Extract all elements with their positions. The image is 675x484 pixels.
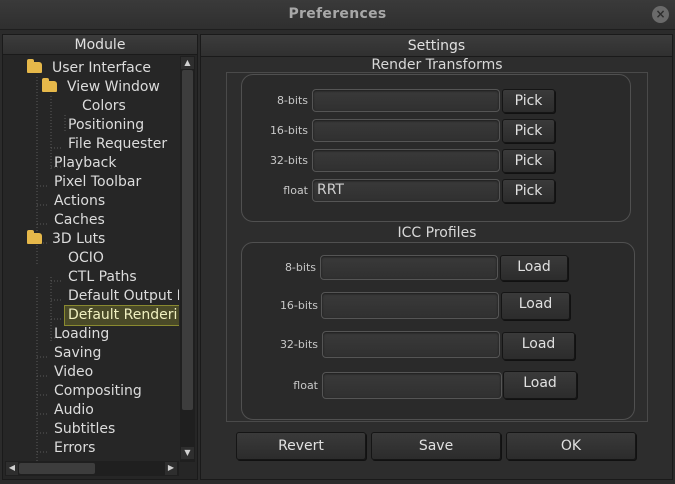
icc-float-label: float <box>293 379 318 392</box>
tree-item-video[interactable]: Video <box>54 363 93 382</box>
tree-item-label: 3D Luts <box>52 231 106 247</box>
folder-icon <box>42 78 57 92</box>
rt-16bits-label: 16-bits <box>269 124 308 137</box>
tree-item-errors[interactable]: Errors <box>54 439 95 458</box>
rt-8bits-pick-button[interactable]: Pick <box>502 89 555 113</box>
close-icon[interactable]: × <box>652 6 669 23</box>
module-pane: Module User Interface View Window Colors… <box>2 34 198 480</box>
tree-item-colors[interactable]: Colors <box>82 97 126 116</box>
icc-8bits-field[interactable] <box>320 255 498 280</box>
icc-float-load-button[interactable]: Load <box>503 371 577 399</box>
icc-16bits-label: 16-bits <box>279 299 318 312</box>
tree-item-pixel-toolbar[interactable]: Pixel Toolbar <box>54 173 141 192</box>
rt-8bits-label: 8-bits <box>276 94 308 107</box>
tree-horizontal-scrollbar[interactable]: ◀ ▶ <box>5 461 179 476</box>
tree-item-audio[interactable]: Audio <box>54 401 94 420</box>
rt-32bits-label: 32-bits <box>269 154 308 167</box>
scroll-down-icon[interactable]: ▼ <box>181 447 194 459</box>
tree-item-default-rendering[interactable]: Default Renderi <box>64 305 179 326</box>
tree-item-loading[interactable]: Loading <box>54 325 109 344</box>
settings-header: Settings <box>201 35 672 57</box>
module-header: Module <box>3 35 197 55</box>
horizontal-scroll-thumb[interactable] <box>19 463 95 474</box>
tree-item-subtitles[interactable]: Subtitles <box>54 420 115 439</box>
revert-button[interactable]: Revert <box>236 432 366 460</box>
scroll-up-icon[interactable]: ▲ <box>181 57 194 69</box>
rt-16bits-pick-button[interactable]: Pick <box>502 119 555 143</box>
tree-item-user-interface[interactable]: User Interface <box>27 59 151 78</box>
tree-item-ocio[interactable]: OCIO <box>68 249 104 268</box>
rt-32bits-field[interactable] <box>312 149 500 172</box>
tree-item-default-output[interactable]: Default Output D <box>68 287 179 306</box>
rt-float-label: float <box>283 184 308 197</box>
icc-float-field[interactable] <box>322 372 502 399</box>
module-tree: User Interface View Window Colors Positi… <box>3 55 179 461</box>
tree-item-positioning[interactable]: Positioning <box>68 116 144 135</box>
tree-item-playback[interactable]: Playback <box>54 154 116 173</box>
rt-float-field[interactable]: RRT <box>312 179 500 202</box>
tree-item-label: User Interface <box>52 60 152 76</box>
window-title: Preferences <box>288 6 387 22</box>
tree-item-3d-luts[interactable]: 3D Luts <box>27 230 105 249</box>
icc-32bits-label: 32-bits <box>279 338 318 351</box>
vertical-scroll-thumb[interactable] <box>182 70 193 410</box>
tree-item-label: View Window <box>67 79 160 95</box>
icc-8bits-label: 8-bits <box>284 261 316 274</box>
icc-16bits-field[interactable] <box>321 292 499 319</box>
folder-icon <box>27 230 42 244</box>
tree-item-caches[interactable]: Caches <box>54 211 105 230</box>
tree-item-view-window[interactable]: View Window <box>42 78 160 97</box>
tree-vertical-scrollbar[interactable]: ▲ ▼ <box>180 56 195 462</box>
tree-item-file-requester[interactable]: File Requester <box>68 135 167 154</box>
scroll-left-icon[interactable]: ◀ <box>6 462 18 475</box>
icc-32bits-field[interactable] <box>322 331 500 358</box>
tree-item-ctl-paths[interactable]: CTL Paths <box>68 268 137 287</box>
icc-32bits-load-button[interactable]: Load <box>502 332 575 360</box>
tree-item-actions[interactable]: Actions <box>54 192 105 211</box>
rt-16bits-field[interactable] <box>312 119 500 142</box>
tree-item-compositing[interactable]: Compositing <box>54 382 142 401</box>
scroll-right-icon[interactable]: ▶ <box>165 462 177 475</box>
icc-16bits-load-button[interactable]: Load <box>501 292 570 320</box>
render-transforms-title: Render Transforms <box>371 57 503 73</box>
ok-button[interactable]: OK <box>506 432 636 460</box>
rt-8bits-field[interactable] <box>312 89 500 112</box>
save-button[interactable]: Save <box>371 432 501 460</box>
icc-profiles-title: ICC Profiles <box>397 225 477 241</box>
icc-8bits-load-button[interactable]: Load <box>500 255 568 281</box>
rt-32bits-pick-button[interactable]: Pick <box>502 149 555 173</box>
folder-icon <box>27 59 42 73</box>
tree-item-saving[interactable]: Saving <box>54 344 101 363</box>
rt-float-pick-button[interactable]: Pick <box>502 179 555 203</box>
title-bar: Preferences × <box>0 0 675 30</box>
